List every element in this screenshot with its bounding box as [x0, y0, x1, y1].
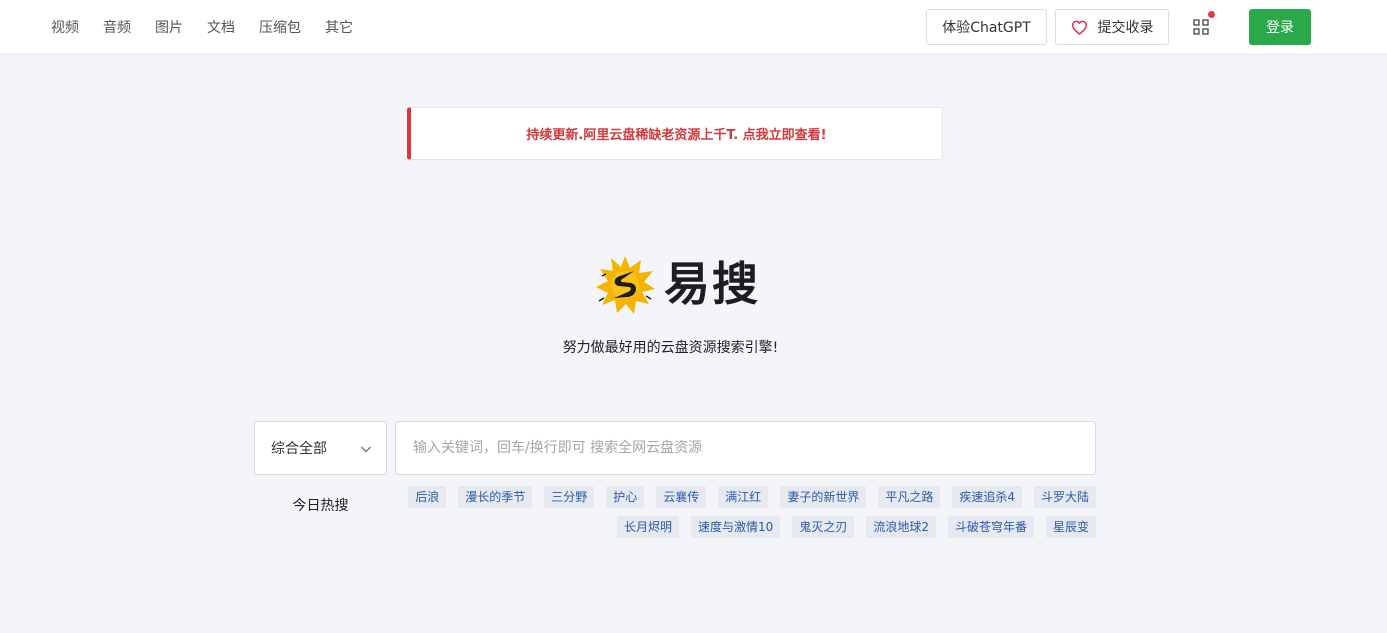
hot-search-tag[interactable]: 妻子的新世界: [780, 486, 867, 508]
announcement-banner[interactable]: 持续更新.阿里云盘稀缺老资源上千T. 点我立即查看!: [407, 107, 943, 160]
nav-item-other[interactable]: 其它: [325, 17, 353, 37]
hot-search-tag[interactable]: 鬼灭之刃: [792, 516, 855, 538]
hot-search-tag[interactable]: 护心: [606, 486, 645, 508]
hot-search-tag[interactable]: 云襄传: [656, 486, 707, 508]
hot-search-tag[interactable]: 速度与激情10: [691, 516, 781, 538]
hot-search-tag[interactable]: 长月烬明: [617, 516, 680, 538]
hot-search-tag[interactable]: 平凡之路: [878, 486, 941, 508]
chatgpt-button-label: 体验ChatGPT: [942, 20, 1031, 36]
nav-item-archive[interactable]: 压缩包: [259, 17, 301, 37]
brand-slogan: 努力做最好用的云盘资源搜索引擎!: [562, 340, 779, 356]
hot-search-tags: 后浪 漫长的季节 三分野 护心 云襄传 满江红 妻子的新世界 平凡之路 疾速追杀4 斗罗大陆长月烬…: [395, 486, 1096, 546]
hot-search-tag[interactable]: 星辰变: [1045, 516, 1096, 538]
hot-search-tag[interactable]: 斗破苍穹年番: [947, 516, 1034, 538]
nav-item-image[interactable]: 图片: [155, 17, 183, 37]
nav-item-document[interactable]: 文档: [207, 17, 235, 37]
grid-icon[interactable]: [1193, 19, 1209, 35]
announcement-text: 持续更新.阿里云盘稀缺老资源上千T. 点我立即查看!: [526, 128, 827, 143]
brand-name: 易搜: [664, 257, 760, 311]
nav-item-video[interactable]: 视频: [51, 17, 79, 37]
nav-item-audio[interactable]: 音频: [103, 17, 131, 37]
submit-site-button[interactable]: 提交收录: [1055, 9, 1169, 45]
hot-search-tag[interactable]: 斗罗大陆: [1033, 486, 1096, 508]
chevron-down-icon: [361, 446, 371, 453]
hot-search-tag[interactable]: 后浪: [408, 486, 447, 508]
hot-search-label: 今日热搜: [292, 498, 349, 514]
category-select-value: 综合全部: [271, 441, 327, 457]
hot-search-tag[interactable]: 满江红: [718, 486, 769, 508]
category-select[interactable]: 综合全部: [254, 421, 387, 475]
submit-site-label: 提交收录: [1097, 20, 1154, 36]
search-input[interactable]: [395, 421, 1096, 475]
hot-search-tag[interactable]: 流浪地球2: [866, 516, 936, 538]
chatgpt-button[interactable]: 体验ChatGPT: [926, 9, 1047, 45]
category-nav: 视频 音频 图片 文档 压缩包 其它: [51, 0, 353, 54]
heart-icon: [1071, 20, 1087, 35]
notification-dot: [1208, 11, 1215, 18]
top-navbar: 视频 音频 图片 文档 压缩包 其它 体验ChatGPT 提交收录 登录: [0, 0, 1387, 55]
hot-search-tag[interactable]: 漫长的季节: [458, 486, 533, 508]
login-button[interactable]: 登录: [1249, 9, 1311, 45]
logo-icon: [596, 256, 655, 314]
hot-search-tag[interactable]: 三分野: [544, 486, 595, 508]
hot-search-tag[interactable]: 疾速追杀4: [952, 486, 1022, 508]
